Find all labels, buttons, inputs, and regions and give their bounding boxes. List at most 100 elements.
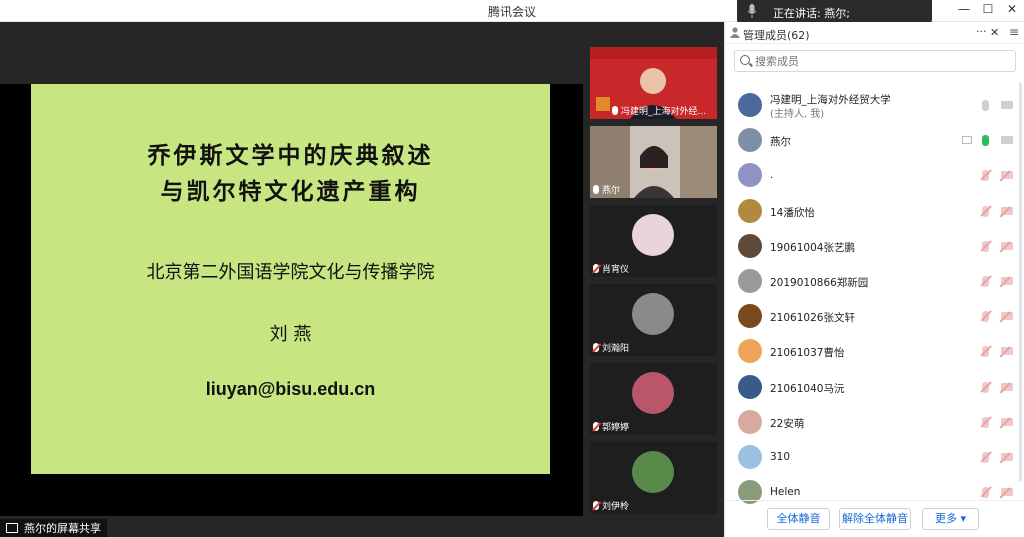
close-button[interactable]: ✕ xyxy=(1003,2,1021,16)
member-name: 14潘欣怡 xyxy=(770,206,815,219)
video-tile[interactable]: 郭婷婷 xyxy=(590,363,717,435)
member-role: (主持人, 我) xyxy=(770,109,825,120)
mic-muted-icon xyxy=(593,501,599,510)
member-row[interactable]: 22安萌 xyxy=(725,405,1024,440)
unmute-all-button[interactable]: 解除全体静音 xyxy=(839,508,911,530)
members-panel-title: 管理成员(62) xyxy=(743,29,810,42)
member-name: 21061037曹怡 xyxy=(770,347,845,360)
tile-label: 郭婷婷 xyxy=(593,420,629,433)
avatar xyxy=(632,372,674,414)
member-row[interactable]: 21061026张文轩 xyxy=(725,299,1024,334)
camera-off-icon[interactable] xyxy=(1001,453,1013,461)
members-panel: 管理成员(62) ··· ✕ ≡ 冯建明_上海对外经贸大学(主持人, 我) 燕尔.… xyxy=(724,22,1024,537)
avatar xyxy=(738,409,762,434)
member-row[interactable]: 冯建明_上海对外经贸大学 (主持人, 我) xyxy=(725,88,1024,123)
camera-off-icon[interactable] xyxy=(1001,347,1013,356)
panel-close-icon[interactable]: ✕ xyxy=(990,26,999,39)
avatar xyxy=(738,163,762,188)
avatar xyxy=(738,233,762,258)
member-name: 22安萌 xyxy=(770,417,805,430)
camera-off-icon[interactable] xyxy=(1001,277,1013,285)
screen-share-label: 燕尔的屏幕共享 xyxy=(0,519,107,537)
video-tile[interactable]: 燕尔 xyxy=(590,126,717,198)
avatar xyxy=(738,128,762,153)
mic-icon xyxy=(612,106,618,115)
presentation-slide: 乔伊斯文学中的庆典叙述 与凯尔特文化遗产重构 北京第二外国语学院文化与传播学院 … xyxy=(31,84,550,474)
member-name: . xyxy=(770,169,774,182)
more-options-icon[interactable]: ··· xyxy=(976,25,987,38)
avatar xyxy=(738,304,762,329)
member-name: 19061004张艺鹏 xyxy=(770,241,855,254)
video-tile[interactable]: 肖宵仪 xyxy=(590,205,717,277)
mic-icon[interactable] xyxy=(982,100,989,111)
member-row[interactable]: 14潘欣怡 xyxy=(725,194,1024,229)
slide-title-line2: 与凯尔特文化遗产重构 xyxy=(160,178,421,205)
camera-off-icon[interactable] xyxy=(1001,417,1013,426)
member-name: Helen xyxy=(770,486,801,499)
mic-muted-icon xyxy=(593,264,599,273)
video-tile[interactable]: 刘伊柃 xyxy=(590,442,717,514)
mic-muted-icon xyxy=(593,422,599,431)
search-icon xyxy=(740,55,750,65)
video-tile[interactable]: 刘瀚阳 xyxy=(590,284,717,356)
mic-muted-icon[interactable] xyxy=(982,452,989,463)
members-panel-header: 管理成员(62) ··· ✕ ≡ xyxy=(725,22,1024,44)
mic-muted-icon[interactable] xyxy=(982,276,989,287)
mic-muted-icon[interactable] xyxy=(982,170,989,182)
speaking-label: 正在讲话: 燕尔; xyxy=(773,7,850,20)
camera-icon[interactable] xyxy=(1001,136,1013,145)
mic-icon xyxy=(593,185,599,194)
panel-menu-icon[interactable]: ≡ xyxy=(1009,25,1019,39)
avatar xyxy=(738,198,762,223)
camera-off-icon[interactable] xyxy=(1001,241,1013,250)
camera-off-icon[interactable] xyxy=(1001,312,1013,321)
member-row[interactable]: 2019010866郑新园 xyxy=(725,264,1024,299)
screen-share-icon xyxy=(962,136,972,145)
tile-label: 刘伊柃 xyxy=(593,499,629,512)
slide-author: 刘 燕 xyxy=(269,324,312,345)
slide-email: liuyan@bisu.edu.cn xyxy=(205,379,376,399)
shared-screen-area: 乔伊斯文学中的庆典叙述 与凯尔特文化遗产重构 北京第二外国语学院文化与传播学院 … xyxy=(0,22,583,537)
member-row[interactable]: 21061040马沅 xyxy=(725,370,1024,405)
title-bar: 腾讯会议 正在讲话: 燕尔; — ☐ ✕ xyxy=(0,0,1024,24)
mic-muted-icon[interactable] xyxy=(982,205,989,217)
tile-label: 冯建明_上海对外经... xyxy=(612,104,706,117)
member-row[interactable]: 19061004张艺鹏 xyxy=(725,229,1024,264)
screen-share-text: 燕尔的屏幕共享 xyxy=(24,522,101,535)
avatar xyxy=(632,451,674,493)
mic-muted-icon[interactable] xyxy=(982,240,989,252)
member-name: 21061040马沅 xyxy=(770,382,845,395)
mic-muted-icon[interactable] xyxy=(982,487,989,499)
mic-icon[interactable] xyxy=(982,135,989,147)
search-input[interactable] xyxy=(755,53,1010,69)
mic-muted-icon[interactable] xyxy=(982,346,989,358)
mic-muted-icon[interactable] xyxy=(982,311,989,323)
mic-muted-icon[interactable] xyxy=(982,381,989,393)
member-name: 2019010866郑新园 xyxy=(770,277,869,289)
avatar xyxy=(738,374,762,399)
tile-label: 燕尔 xyxy=(593,183,620,196)
avatar xyxy=(738,445,762,469)
minimize-button[interactable]: — xyxy=(955,2,973,16)
member-row[interactable]: 燕尔 xyxy=(725,123,1024,158)
more-button[interactable]: 更多 ▾ xyxy=(922,508,979,530)
member-row[interactable]: . xyxy=(725,158,1024,193)
mute-all-button[interactable]: 全体静音 xyxy=(767,508,830,530)
avatar xyxy=(738,339,762,364)
camera-off-icon[interactable] xyxy=(1001,206,1013,215)
avatar xyxy=(632,293,674,335)
maximize-button[interactable]: ☐ xyxy=(979,2,997,16)
speaking-indicator: 正在讲话: 燕尔; xyxy=(737,0,932,24)
camera-icon[interactable] xyxy=(1001,101,1013,109)
mic-muted-icon[interactable] xyxy=(982,416,989,428)
member-name: 310 xyxy=(770,451,791,463)
camera-off-icon[interactable] xyxy=(1001,382,1013,391)
search-box[interactable] xyxy=(734,50,1016,72)
video-gallery: 冯建明_上海对外经... 燕尔 肖宵仪 刘瀚阳 郭婷婷 刘伊柃 xyxy=(583,22,724,537)
member-row[interactable]: 310 xyxy=(725,440,1024,475)
camera-off-icon[interactable] xyxy=(1001,171,1013,180)
member-row[interactable]: 21061037曹怡 xyxy=(725,334,1024,369)
video-tile[interactable]: 冯建明_上海对外经... xyxy=(590,47,717,119)
mic-muted-icon xyxy=(593,343,599,352)
camera-off-icon[interactable] xyxy=(1001,488,1013,497)
